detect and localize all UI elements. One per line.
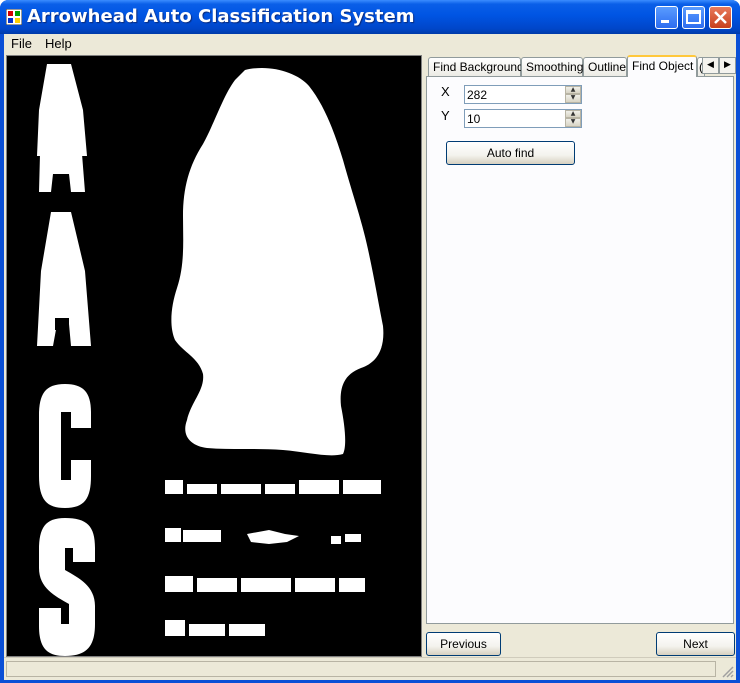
arrow-right-icon: ▶ (724, 60, 731, 70)
caret-up-icon: ▲ (570, 86, 576, 93)
logo-letter-c (39, 384, 91, 508)
minimize-icon (661, 20, 669, 23)
title-bar[interactable]: Arrowhead Auto Classification System (0, 0, 740, 34)
tab-smoothing[interactable]: Smoothing (521, 57, 583, 76)
menu-file[interactable]: File (11, 36, 32, 51)
y-decrement-button[interactable]: ▼ (565, 118, 581, 127)
y-input[interactable] (465, 110, 567, 127)
caption-text-4 (165, 620, 265, 636)
caret-down-icon: ▼ (570, 118, 576, 125)
x-input[interactable] (465, 86, 567, 103)
tab-outline[interactable]: Outline (583, 57, 627, 76)
status-panel (6, 661, 716, 677)
maximize-icon (686, 10, 701, 24)
next-button[interactable]: Next (656, 632, 735, 656)
caption-text-3 (165, 576, 365, 592)
x-stepper[interactable]: ▲ ▼ (464, 85, 582, 104)
window-title: Arrowhead Auto Classification System (27, 6, 415, 27)
image-display[interactable] (6, 55, 422, 657)
x-label: X (441, 84, 450, 99)
arrow-left-icon: ◀ (707, 60, 714, 70)
resize-grip-icon[interactable] (720, 664, 734, 678)
maximize-button[interactable] (682, 6, 705, 29)
minimize-button[interactable] (655, 6, 678, 29)
menu-bar: File Help (4, 34, 736, 54)
logo-letter-s (39, 518, 95, 656)
tab-scroll-left-button[interactable]: ◀ (702, 57, 719, 74)
x-decrement-button[interactable]: ▼ (565, 94, 581, 103)
auto-find-button[interactable]: Auto find (446, 141, 575, 165)
tab-scroll-right-button[interactable]: ▶ (719, 57, 736, 74)
tab-strip: Find Background Smoothing Outline Find O… (426, 55, 736, 77)
x-increment-button[interactable]: ▲ (565, 86, 581, 94)
close-button[interactable] (709, 6, 732, 29)
caret-up-icon: ▲ (570, 110, 576, 117)
x-spin-buttons: ▲ ▼ (565, 86, 581, 103)
arrowhead-silhouette (171, 67, 384, 456)
caption-text-1 (165, 480, 381, 494)
app-icon (6, 9, 22, 25)
client-area: File Help Find Background Smoothing Outl… (4, 34, 736, 680)
y-increment-button[interactable]: ▲ (565, 110, 581, 118)
menu-help[interactable]: Help (45, 36, 72, 51)
main-window: Arrowhead Auto Classification System Fil… (0, 0, 740, 683)
y-stepper[interactable]: ▲ ▼ (464, 109, 582, 128)
previous-button[interactable]: Previous (426, 632, 501, 656)
arrowhead-image (37, 64, 384, 656)
status-bar (4, 657, 736, 680)
close-icon (714, 11, 727, 24)
y-spin-buttons: ▲ ▼ (565, 110, 581, 127)
y-label: Y (441, 108, 450, 123)
tab-find-object[interactable]: Find Object (627, 55, 697, 77)
find-object-panel: X ▲ ▼ Y ▲ ▼ Auto find (426, 76, 734, 624)
caption-text-2 (165, 528, 361, 544)
tab-find-background[interactable]: Find Background (428, 57, 524, 76)
caret-down-icon: ▼ (570, 94, 576, 101)
